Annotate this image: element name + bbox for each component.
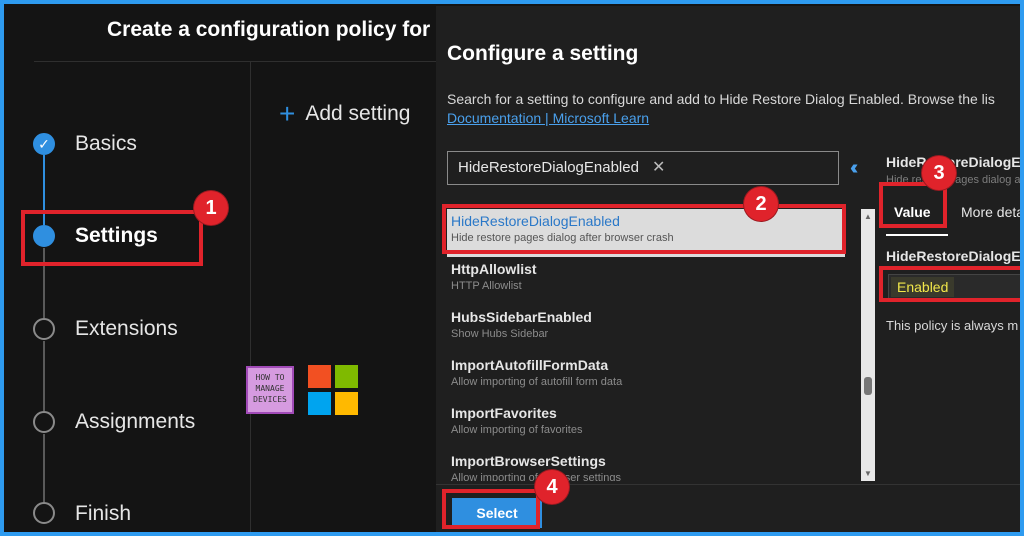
list-item[interactable]: HubsSidebarEnabled Show Hubs Sidebar	[447, 305, 845, 353]
tab-more-details[interactable]: More details	[961, 204, 1020, 220]
step-extensions[interactable]: Extensions	[75, 317, 178, 341]
callout-box	[879, 266, 1020, 302]
list-item[interactable]: ImportAutofillFormData Allow importing o…	[447, 353, 845, 401]
close-icon[interactable]: ✕	[652, 152, 665, 184]
divider	[34, 61, 444, 62]
result-description: Allow importing of autofill form data	[451, 376, 623, 388]
list-item[interactable]: ImportFavorites Allow importing of favor…	[447, 401, 845, 449]
field-label: HideRestoreDialogEnabled	[886, 248, 1020, 264]
wizard-title: Create a configuration policy for	[107, 18, 431, 41]
search-input[interactable]: HideRestoreDialogEnabled ✕	[447, 151, 839, 185]
step-pending-icon	[33, 502, 55, 524]
result-name: HttpAllowlist	[451, 261, 537, 277]
search-value: HideRestoreDialogEnabled	[458, 159, 639, 176]
htmd-logo: HOW TO MANAGE DEVICES	[246, 366, 294, 414]
plus-icon: +	[279, 98, 296, 129]
policy-note: This policy is always m	[886, 318, 1019, 333]
divider	[436, 484, 1020, 485]
scroll-up-icon[interactable]: ▲	[864, 212, 872, 221]
tab-underline	[886, 234, 948, 236]
logo-text: MANAGE	[255, 384, 285, 393]
logo-text: DEVICES	[253, 395, 287, 404]
results-scrollbar[interactable]: ▲ ▼	[861, 209, 875, 481]
callout-badge-4: 4	[535, 470, 569, 504]
step-pending-icon	[33, 318, 55, 340]
callout-box	[442, 204, 846, 254]
panel-description: Search for a setting to configure and ad…	[447, 91, 995, 107]
result-name: ImportAutofillFormData	[451, 357, 609, 373]
result-description: Show Hubs Sidebar	[451, 328, 549, 340]
callout-badge-3: 3	[922, 156, 956, 190]
result-name: ImportFavorites	[451, 405, 557, 421]
result-description: Allow importing of favorites	[451, 424, 583, 436]
step-connector	[43, 434, 45, 504]
panel-title: Configure a setting	[447, 42, 639, 65]
documentation-link[interactable]: Documentation | Microsoft Learn	[447, 110, 649, 126]
callout-badge-2: 2	[744, 187, 778, 221]
checkmark-icon: ✓	[33, 133, 55, 155]
callout-box	[21, 210, 203, 266]
callout-box	[442, 489, 540, 529]
scrollbar-thumb[interactable]	[864, 377, 872, 395]
step-connector	[43, 341, 45, 411]
step-pending-icon	[33, 411, 55, 433]
add-setting-button[interactable]: + Add setting	[279, 98, 410, 130]
step-assignments[interactable]: Assignments	[75, 410, 195, 434]
result-description: HTTP Allowlist	[451, 280, 522, 292]
result-description: Allow importing of browser settings	[451, 472, 621, 481]
list-item[interactable]: ImportBrowserSettings Allow importing of…	[447, 449, 845, 481]
result-name: HubsSidebarEnabled	[451, 309, 592, 325]
scroll-down-icon[interactable]: ▼	[864, 469, 872, 478]
callout-badge-1: 1	[194, 191, 228, 225]
screenshot-frame: Create a configuration policy for ✓ Basi…	[4, 4, 1020, 532]
microsoft-logo	[308, 365, 358, 415]
step-finish[interactable]: Finish	[75, 502, 131, 526]
divider	[250, 62, 251, 532]
double-chevron-left-icon[interactable]: ‹‹	[850, 157, 859, 180]
list-item[interactable]: HttpAllowlist HTTP Allowlist	[447, 257, 845, 305]
result-name: ImportBrowserSettings	[451, 453, 606, 469]
logo-text: HOW TO	[255, 373, 285, 382]
add-setting-label: Add setting	[305, 102, 411, 125]
step-basics[interactable]: Basics	[75, 132, 137, 156]
